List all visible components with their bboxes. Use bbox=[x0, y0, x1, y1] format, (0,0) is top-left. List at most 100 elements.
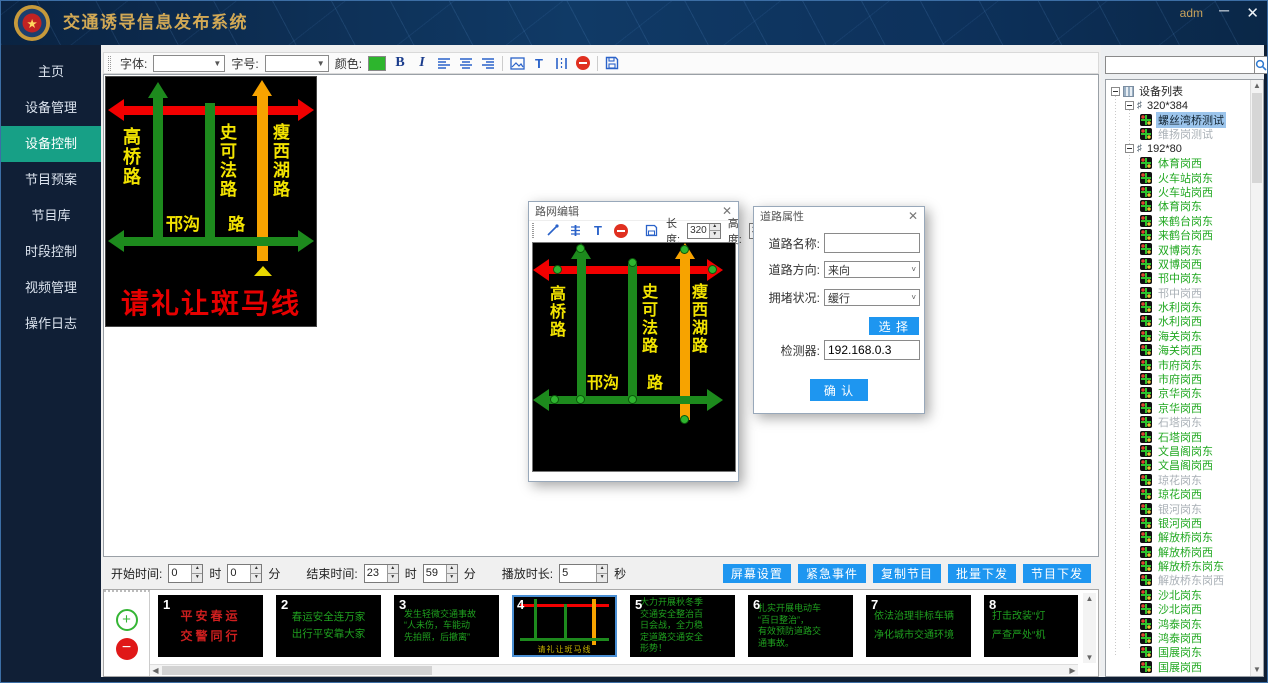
device-tree-row[interactable]: 维扬岗测试 bbox=[1111, 127, 1250, 141]
action-button[interactable]: 复制节目 bbox=[873, 564, 941, 583]
start-hour-spinner[interactable]: 0 ▲▼ bbox=[168, 564, 203, 583]
device-tree-row[interactable]: 解放桥岗东 bbox=[1111, 530, 1250, 544]
device-tree-row[interactable]: 文昌阁岗西 bbox=[1111, 458, 1250, 472]
bold-button[interactable]: B bbox=[392, 54, 408, 72]
sidebar-item[interactable]: 设备控制 bbox=[1, 126, 101, 162]
device-tree-row[interactable]: 体育岗西 bbox=[1111, 156, 1250, 170]
tree-expander-icon[interactable] bbox=[1111, 87, 1120, 96]
road-node[interactable] bbox=[550, 395, 559, 404]
device-tree-row[interactable]: 琼花岗西 bbox=[1111, 487, 1250, 501]
playlist-item[interactable]: 2 春运安全连万家出行平安靠大家 请礼让斑马线 bbox=[276, 595, 381, 657]
device-tree-row[interactable]: 市府岗东 bbox=[1111, 357, 1250, 371]
road-node[interactable] bbox=[628, 258, 637, 267]
device-search-input[interactable] bbox=[1105, 56, 1255, 74]
device-tree-row[interactable]: 来鹤台岗东 bbox=[1111, 214, 1250, 228]
sidebar-item[interactable]: 操作日志 bbox=[1, 306, 101, 342]
sidebar-item[interactable]: 主页 bbox=[1, 54, 101, 90]
playlist-item[interactable]: 3 发生轻微交通事故“人未伤，车能动先拍照，后撤离” 请礼让斑马线 bbox=[394, 595, 499, 657]
remove-program-button[interactable]: − bbox=[116, 638, 138, 660]
playlist-horizontal-scrollbar[interactable]: ◀ ▶ bbox=[150, 664, 1078, 675]
italic-button[interactable]: I bbox=[414, 54, 430, 72]
minimize-icon[interactable]: ─ bbox=[1219, 2, 1229, 18]
detector-input[interactable] bbox=[824, 340, 920, 360]
color-swatch[interactable] bbox=[368, 56, 386, 71]
scroll-up-icon[interactable]: ▲ bbox=[1251, 80, 1263, 92]
playlist-item[interactable]: 6 扎实开展电动车“百日整治”，有效预防道路交通事故。 请礼让斑马线 bbox=[748, 595, 853, 657]
device-tree-row[interactable]: 沙北岗西 bbox=[1111, 602, 1250, 616]
road-node[interactable] bbox=[576, 244, 585, 253]
device-tree-row[interactable]: 水利岗东 bbox=[1111, 300, 1250, 314]
font-select[interactable]: ▼ bbox=[153, 55, 225, 72]
device-tree-row[interactable]: 邗中岗东 bbox=[1111, 271, 1250, 285]
device-tree-row[interactable]: 解放桥东岗西 bbox=[1111, 573, 1250, 587]
action-button[interactable]: 批量下发 bbox=[948, 564, 1016, 583]
device-tree-row[interactable]: 京华岗东 bbox=[1111, 386, 1250, 400]
duration-spinner[interactable]: 5 ▲▼ bbox=[559, 564, 608, 583]
toolbar-grip[interactable] bbox=[532, 223, 534, 238]
insert-image-button[interactable] bbox=[509, 54, 525, 72]
toolbar-grip[interactable] bbox=[108, 56, 111, 71]
playlist-item[interactable]: 7 依法治理非标车辆净化城市交通环境 请礼让斑马线 bbox=[866, 595, 971, 657]
road-node[interactable] bbox=[576, 395, 585, 404]
device-tree-row[interactable]: 双博岗东 bbox=[1111, 242, 1250, 256]
align-center-button[interactable] bbox=[458, 54, 474, 72]
device-tree-row[interactable]: 沙北岗东 bbox=[1111, 588, 1250, 602]
save-button[interactable] bbox=[643, 222, 659, 240]
tree-expander-icon[interactable] bbox=[1125, 101, 1134, 110]
sidebar-item[interactable]: 时段控制 bbox=[1, 234, 101, 270]
device-tree-row[interactable]: 解放桥岗西 bbox=[1111, 545, 1250, 559]
device-tree-row[interactable]: 体育岗东 bbox=[1111, 199, 1250, 213]
end-minute-spinner[interactable]: 59 ▲▼ bbox=[423, 564, 458, 583]
congestion-status-select[interactable]: 缓行˅ bbox=[824, 289, 920, 306]
playlist-item[interactable]: 4 请礼让斑马线 bbox=[512, 595, 617, 657]
device-tree-row[interactable]: 海关岗西 bbox=[1111, 343, 1250, 357]
device-tree-row[interactable]: 双博岗西 bbox=[1111, 257, 1250, 271]
road-node[interactable] bbox=[680, 245, 689, 254]
device-tree-row[interactable]: 鸿泰岗西 bbox=[1111, 631, 1250, 645]
sidebar-item[interactable]: 视频管理 bbox=[1, 270, 101, 306]
device-tree-row[interactable]: 石塔岗西 bbox=[1111, 429, 1250, 443]
text-tool-button[interactable]: T bbox=[590, 222, 606, 240]
sidebar-item[interactable]: 设备管理 bbox=[1, 90, 101, 126]
save-button[interactable] bbox=[604, 54, 620, 72]
scrollbar-thumb[interactable] bbox=[1252, 93, 1262, 183]
device-tree-row[interactable]: 火车站岗西 bbox=[1111, 185, 1250, 199]
road-tool-button[interactable] bbox=[567, 222, 583, 240]
device-tree-row[interactable]: 320*384 bbox=[1111, 98, 1250, 112]
road-name-input[interactable] bbox=[824, 233, 920, 253]
add-program-button[interactable]: + bbox=[116, 609, 138, 631]
device-tree-row[interactable]: 琼花岗东 bbox=[1111, 473, 1250, 487]
device-tree-row[interactable]: 设备列表 bbox=[1111, 84, 1250, 98]
start-minute-spinner[interactable]: 0 ▲▼ bbox=[227, 564, 262, 583]
scroll-up-icon[interactable]: ▲ bbox=[1083, 593, 1096, 604]
road-tool-button[interactable] bbox=[553, 54, 569, 72]
device-tree-row[interactable]: 螺丝湾桥测试 bbox=[1111, 113, 1250, 127]
tree-scrollbar[interactable]: ▲ ▼ bbox=[1250, 80, 1263, 676]
sign-preview[interactable]: 高桥路 史可法路 瘦西湖路 邗沟 路 请礼让斑马线 bbox=[105, 76, 317, 327]
scroll-down-icon[interactable]: ▼ bbox=[1251, 664, 1263, 676]
search-button[interactable] bbox=[1255, 56, 1268, 74]
sidebar-item[interactable]: 节目预案 bbox=[1, 162, 101, 198]
align-left-button[interactable] bbox=[436, 54, 452, 72]
sidebar-item[interactable]: 节目库 bbox=[1, 198, 101, 234]
scrollbar-thumb[interactable] bbox=[162, 666, 432, 675]
device-tree-row[interactable]: 国展岗西 bbox=[1111, 660, 1250, 674]
device-tree-row[interactable]: 解放桥东岗东 bbox=[1111, 559, 1250, 573]
align-right-button[interactable] bbox=[480, 54, 496, 72]
device-tree-row[interactable]: 火车站岗东 bbox=[1111, 170, 1250, 184]
text-tool-button[interactable]: T bbox=[531, 54, 547, 72]
line-tool-button[interactable] bbox=[544, 222, 560, 240]
road-node[interactable] bbox=[708, 265, 717, 274]
playlist-vertical-scrollbar[interactable]: ▲ ▼ bbox=[1083, 593, 1096, 663]
playlist-item[interactable]: 8 打击改装“灯严查严处“机 请礼让斑马线 bbox=[984, 595, 1078, 657]
font-size-select[interactable]: ▼ bbox=[265, 55, 329, 72]
device-tree-row[interactable]: 市府岗西 bbox=[1111, 372, 1250, 386]
playlist-item[interactable]: 5 大力开展秋冬季交通安全整治百日会战，全力稳定道路交通安全形势！ 请礼让斑马线 bbox=[630, 595, 735, 657]
scroll-left-icon[interactable]: ◀ bbox=[150, 665, 161, 675]
device-tree-row[interactable]: 银河岗东 bbox=[1111, 501, 1250, 515]
device-tree-row[interactable]: 水利岗西 bbox=[1111, 314, 1250, 328]
device-tree-row[interactable]: 鸿泰岗东 bbox=[1111, 616, 1250, 630]
end-hour-spinner[interactable]: 23 ▲▼ bbox=[364, 564, 399, 583]
delete-button[interactable] bbox=[575, 54, 591, 72]
device-tree-row[interactable]: 国展岗东 bbox=[1111, 645, 1250, 659]
